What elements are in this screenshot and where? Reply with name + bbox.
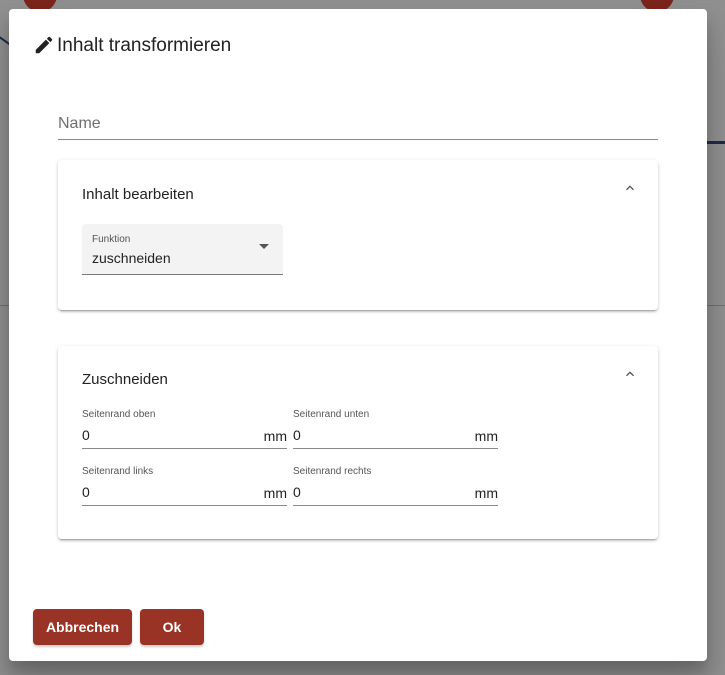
cancel-button[interactable]: Abbrechen (33, 609, 132, 645)
chevron-up-icon[interactable] (622, 180, 638, 196)
transform-content-dialog: Inhalt transformieren Inhalt bearbeiten … (9, 9, 707, 661)
edit-content-panel-title[interactable]: Inhalt bearbeiten (82, 186, 194, 203)
margin-right-input[interactable] (293, 484, 453, 500)
chevron-up-icon[interactable] (622, 366, 638, 382)
function-select[interactable]: Funktion zuschneiden (82, 224, 283, 275)
margin-bottom-input[interactable] (293, 427, 453, 443)
dialog-title: Inhalt transformieren (57, 35, 232, 56)
dialog-header: Inhalt transformieren (33, 35, 231, 57)
margin-left-unit: mm (263, 485, 287, 501)
dropdown-arrow-icon (259, 244, 269, 249)
function-select-value: zuschneiden (92, 250, 171, 266)
margin-top-input[interactable] (82, 427, 242, 443)
margin-top-field: Seitenrand oben mm (82, 409, 287, 449)
margin-right-field: Seitenrand rechts mm (293, 466, 498, 506)
function-select-label: Funktion (92, 234, 131, 245)
margin-top-unit: mm (263, 428, 287, 444)
edit-content-panel: Inhalt bearbeiten Funktion zuschneiden (58, 160, 658, 310)
margin-right-label: Seitenrand rechts (293, 466, 372, 477)
background-line (705, 141, 725, 144)
pencil-icon (35, 36, 53, 54)
name-input[interactable] (58, 109, 658, 139)
margin-left-field: Seitenrand links mm (82, 466, 287, 506)
name-field[interactable] (58, 109, 658, 140)
crop-panel: Zuschneiden Seitenrand oben mm Seitenran… (58, 346, 658, 539)
margin-bottom-unit: mm (474, 428, 498, 444)
margin-bottom-label: Seitenrand unten (293, 409, 370, 420)
crop-panel-title[interactable]: Zuschneiden (82, 371, 168, 388)
margin-left-label: Seitenrand links (82, 466, 154, 477)
ok-button[interactable]: Ok (140, 609, 204, 645)
margin-bottom-field: Seitenrand unten mm (293, 409, 498, 449)
margin-left-input[interactable] (82, 484, 242, 500)
margin-right-unit: mm (474, 485, 498, 501)
margin-top-label: Seitenrand oben (82, 409, 156, 420)
